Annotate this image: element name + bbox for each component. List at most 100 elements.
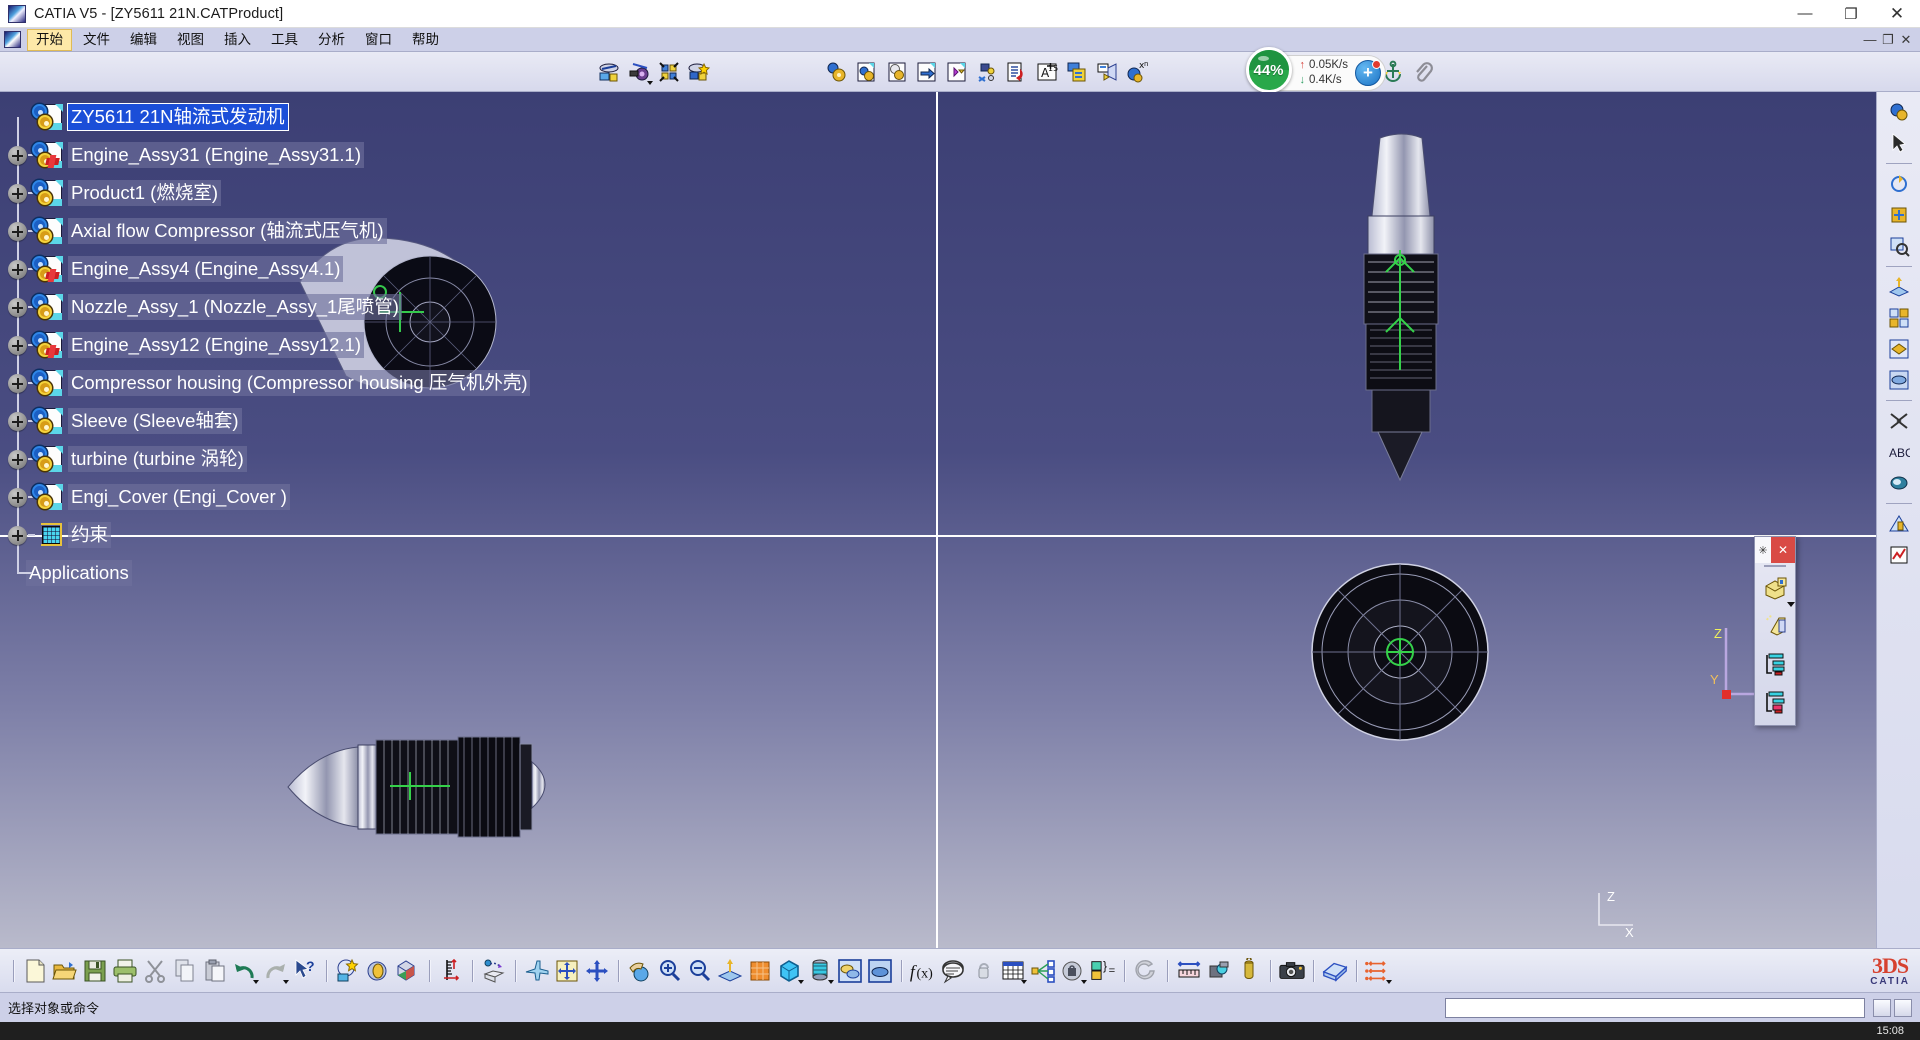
expand-toggle-icon[interactable] [8, 298, 27, 317]
manage-representations-icon[interactable] [1063, 58, 1091, 86]
tree-item-label[interactable]: Axial flow Compressor (轴流式压气机) [68, 218, 387, 244]
save-icon[interactable] [81, 957, 109, 985]
expand-toggle-icon[interactable] [8, 184, 27, 203]
command-input[interactable] [1445, 997, 1865, 1018]
analyze-icon[interactable] [1883, 541, 1915, 569]
tree-item-label[interactable]: Nozzle_Assy_1 (Nozzle_Assy_1尾喷管) [68, 294, 402, 320]
menu-view[interactable]: 视图 [168, 29, 213, 51]
maximize-button[interactable]: ❐ [1828, 0, 1874, 28]
3d-viewport[interactable]: ZY5611 21N轴流式发动机 Engine_Assy31 (Engine_A… [0, 92, 1920, 948]
zoom-in-icon[interactable] [656, 957, 684, 985]
menu-window[interactable]: 窗口 [356, 29, 401, 51]
hide-show-icon[interactable] [1883, 335, 1915, 363]
measure-distance-icon[interactable] [1175, 957, 1203, 985]
close-button[interactable]: ✕ [1874, 0, 1920, 28]
shading-material-icon[interactable] [806, 957, 834, 985]
fast-multi-instantiation-icon[interactable] [1093, 58, 1121, 86]
existing-component-icon[interactable] [823, 58, 851, 86]
tree-item-label[interactable]: turbine (turbine 涡轮) [68, 446, 247, 472]
paste-icon[interactable] [201, 957, 229, 985]
menu-file[interactable]: 文件 [74, 29, 119, 51]
tree-item-label[interactable]: 约束 [68, 522, 112, 548]
palette-grip-icon[interactable]: ✳ [1755, 537, 1771, 563]
law-icon[interactable] [1059, 957, 1087, 985]
hide-show-icon[interactable] [836, 957, 864, 985]
view-normal-icon[interactable] [1883, 273, 1915, 301]
pan-move-icon[interactable] [583, 957, 611, 985]
design-table-icon[interactable] [999, 957, 1027, 985]
generate-numbering-icon[interactable] [1003, 58, 1031, 86]
minimize-button[interactable]: — [1782, 0, 1828, 28]
tree-item-label[interactable]: Product1 (燃烧室) [68, 180, 222, 206]
copy-icon[interactable] [171, 957, 199, 985]
multi-view-icon[interactable] [1883, 304, 1915, 332]
tree-item-label[interactable]: Engine_Assy12 (Engine_Assy12.1) [68, 332, 365, 358]
palette-header[interactable]: ✳ ✕ [1755, 537, 1795, 563]
quick-render-icon[interactable] [334, 957, 362, 985]
measure-item-icon[interactable] [1205, 957, 1233, 985]
expand-toggle-icon[interactable] [8, 412, 27, 431]
comment-icon[interactable] [939, 957, 967, 985]
expand-toggle-icon[interactable] [8, 374, 27, 393]
tree-item-engine-assy31[interactable]: Engine_Assy31 (Engine_Assy31.1) [0, 136, 820, 174]
tree-item-nozzle-assy-1[interactable]: Nozzle_Assy_1 (Nozzle_Assy_1尾喷管) [0, 288, 820, 326]
tree-item-compressor-housing[interactable]: Compressor housing (Compressor housing 压… [0, 364, 820, 402]
fit-all-in-icon[interactable] [553, 957, 581, 985]
tree-item-engine-assy12[interactable]: Engine_Assy12 (Engine_Assy12.1) [0, 326, 820, 364]
tree-item-axial-flow-compressor[interactable]: Axial flow Compressor (轴流式压气机) [0, 212, 820, 250]
cut-section-icon[interactable] [1883, 407, 1915, 435]
cut-scissors-icon[interactable] [141, 957, 169, 985]
isometric-view-icon[interactable] [746, 957, 774, 985]
normal-view-icon[interactable] [716, 957, 744, 985]
formula-fx-icon[interactable]: f (x) [909, 957, 937, 985]
expand-toggle-icon[interactable] [8, 336, 27, 355]
whats-this-help-icon[interactable]: ? [291, 957, 319, 985]
attach-icon[interactable] [1409, 58, 1437, 86]
tree-item-label[interactable]: Engi_Cover (Engi_Cover ) [68, 484, 290, 510]
snap-icon[interactable] [625, 58, 653, 86]
tree-collapse-icon[interactable] [1755, 683, 1797, 721]
network-speed-widget[interactable]: 44% ↑ 0.05K/s ↓ 0.4K/s + [1245, 47, 1386, 93]
annotation-text-icon[interactable]: ABC [1883, 438, 1915, 466]
menu-edit[interactable]: 编辑 [121, 29, 166, 51]
zoom-window-icon[interactable] [1883, 232, 1915, 260]
open-folder-icon[interactable] [51, 957, 79, 985]
rotate-icon[interactable] [1883, 170, 1915, 198]
expand-toggle-icon[interactable] [8, 146, 27, 165]
menu-insert[interactable]: 插入 [215, 29, 260, 51]
camera-capture-icon[interactable] [1278, 957, 1306, 985]
isolate-part-icon[interactable] [1755, 569, 1797, 607]
print-icon[interactable] [111, 957, 139, 985]
tree-item-product1[interactable]: Product1 (燃烧室) [0, 174, 820, 212]
redo-icon[interactable] [261, 957, 289, 985]
clash-icon[interactable] [685, 58, 713, 86]
select-arrow-icon[interactable] [1883, 129, 1915, 157]
doc-close-button[interactable]: ✕ [1898, 32, 1914, 48]
tree-item-engine-assy4[interactable]: Engine_Assy4 (Engine_Assy4.1) [0, 250, 820, 288]
expand-widget-button[interactable]: + [1355, 60, 1381, 86]
tree-item-label[interactable]: Applications [26, 560, 132, 586]
tree-item-label[interactable]: Engine_Assy4 (Engine_Assy4.1) [68, 256, 344, 282]
selective-load-icon[interactable]: A 15 [1033, 58, 1061, 86]
component-with-positioning-icon[interactable] [853, 58, 881, 86]
menu-analyze[interactable]: 分析 [309, 29, 354, 51]
material-cube-icon[interactable] [394, 957, 422, 985]
palette-close-button[interactable]: ✕ [1771, 537, 1795, 563]
tree-item-constraints[interactable]: 约束 [0, 516, 820, 554]
status-box-2[interactable] [1894, 998, 1912, 1017]
shading-cube-icon[interactable] [776, 957, 804, 985]
manipulate-icon[interactable] [595, 58, 623, 86]
rotate-hand-icon[interactable] [626, 957, 654, 985]
album-icon[interactable] [1321, 957, 1349, 985]
constraints-creation-icon[interactable] [1364, 957, 1392, 985]
new-document-icon[interactable] [21, 957, 49, 985]
define-multi-instantiation-icon[interactable]: x n [1123, 58, 1151, 86]
menu-tools[interactable]: 工具 [262, 29, 307, 51]
specification-tree[interactable]: ZY5611 21N轴流式发动机 Engine_Assy31 (Engine_A… [0, 98, 820, 592]
update-all-icon[interactable] [480, 957, 508, 985]
flexible-rigid-icon[interactable] [973, 58, 1001, 86]
zoom-out-icon[interactable] [686, 957, 714, 985]
expand-toggle-icon[interactable] [8, 526, 27, 545]
doc-restore-button[interactable]: ❐ [1880, 32, 1896, 48]
apply-material-icon[interactable] [1883, 469, 1915, 497]
